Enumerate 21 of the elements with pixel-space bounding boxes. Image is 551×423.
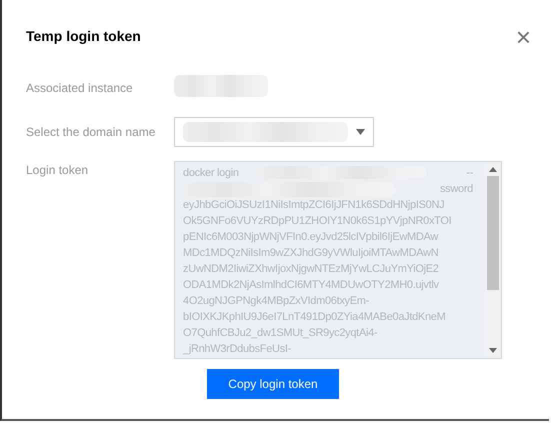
token-text: docker login bbox=[183, 166, 239, 181]
token-text: bIOIXKJKphIU9J6eI7LnT491Dp0ZYia4MABe0aJtdKneM bbox=[183, 310, 446, 325]
domain-select[interactable] bbox=[174, 117, 374, 147]
field-label: Select the domain name bbox=[26, 124, 156, 141]
caret-icon bbox=[356, 129, 365, 135]
token-text: zUwNDM2IiwiZXhwIjoxNjgwNTEzMjYwLCJuYmYiOjE2 bbox=[183, 262, 439, 277]
token-text: ssword bbox=[440, 182, 473, 197]
dialog-title: Temp login token bbox=[26, 27, 141, 46]
token-text: O7QuhfCBJu2_dw1SMUt_SR9yc2yqtAi4- bbox=[183, 326, 378, 341]
token-text: pENIc6M003NjpWNjVFIn0.eyJvd25lcIVpbil6IjEwMDAw bbox=[183, 230, 438, 245]
token-text: eyJhbGciOiJSUzI1NiIsImtpZCI6IjJFN1k6SDdHNjpIS0NJ bbox=[183, 198, 444, 213]
token-text: ODA1MDk2NjAsImlhdCI6MTY4MDUwOTY2MH0.ujvtlv bbox=[183, 278, 439, 293]
close-button[interactable]: × bbox=[516, 26, 531, 46]
token-text: -- bbox=[466, 166, 473, 181]
token-text: 4O2ugNJGPNgk4MBpZxVIdm06txyEm- bbox=[183, 294, 370, 309]
token-text: Ok5GNFo6VUYzRDpPU1ZHOIY1N0k6S1pYVjpNR0xTOI bbox=[183, 214, 452, 229]
token-text: _jRnhW3rDdubsFeUsI- bbox=[183, 342, 292, 357]
field-label: Login token bbox=[26, 162, 90, 179]
token-text: MDc1MDQzNiIsIm9wZXJhdG9yVWluIjoiMTAwMDAwN bbox=[183, 246, 438, 261]
field-label: Associated instance bbox=[26, 80, 134, 97]
copy-button[interactable]: Copy login token bbox=[207, 369, 339, 399]
